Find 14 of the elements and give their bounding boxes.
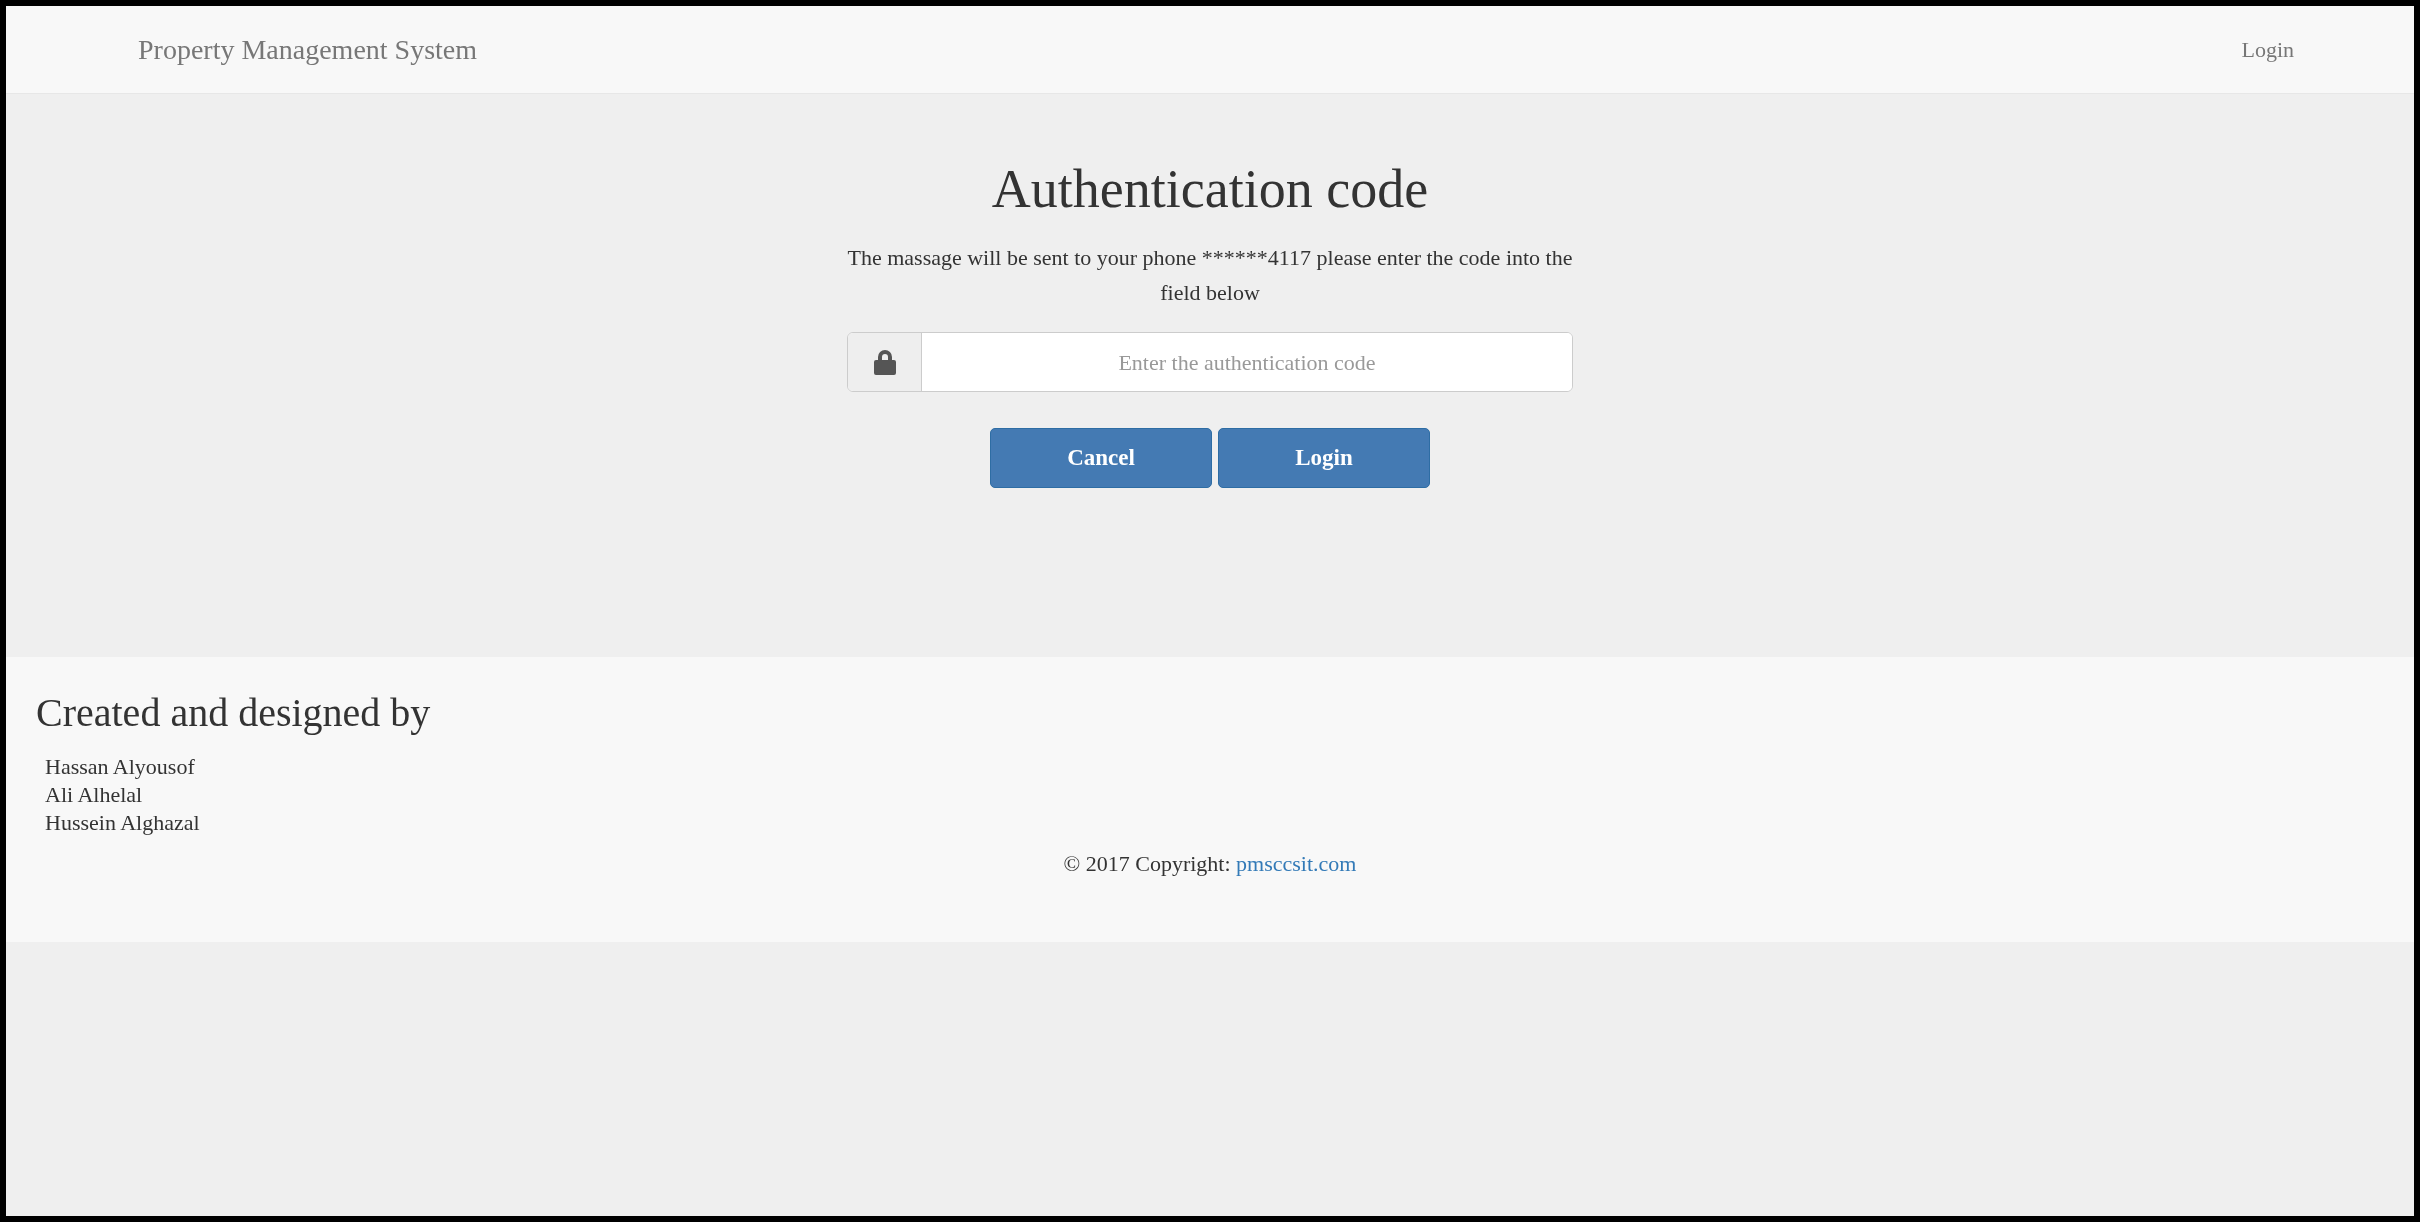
login-link[interactable]: Login <box>2241 33 2294 66</box>
cancel-button[interactable]: Cancel <box>990 428 1212 488</box>
footer-heading: Created and designed by <box>36 693 431 733</box>
author-name: Hussein Alghazal <box>45 809 200 837</box>
website-link[interactable]: pmsccsit.com <box>1236 851 1357 876</box>
login-button[interactable]: Login <box>1218 428 1430 488</box>
instruction-text: The massage will be sent to your phone ******4117 please enter the code into the field below <box>846 244 1574 307</box>
author-name: Hassan Alyousof <box>45 753 195 781</box>
copyright-text: © 2017 Copyright: pmsccsit.com <box>1063 850 1357 878</box>
lock-icon <box>872 349 897 375</box>
code-field[interactable]: Enter the authentication code <box>847 332 1573 392</box>
page-title: Authentication code <box>991 162 1429 216</box>
brand-link[interactable]: Property Management System <box>138 28 478 71</box>
author-name: Ali Alhelal <box>45 781 143 809</box>
